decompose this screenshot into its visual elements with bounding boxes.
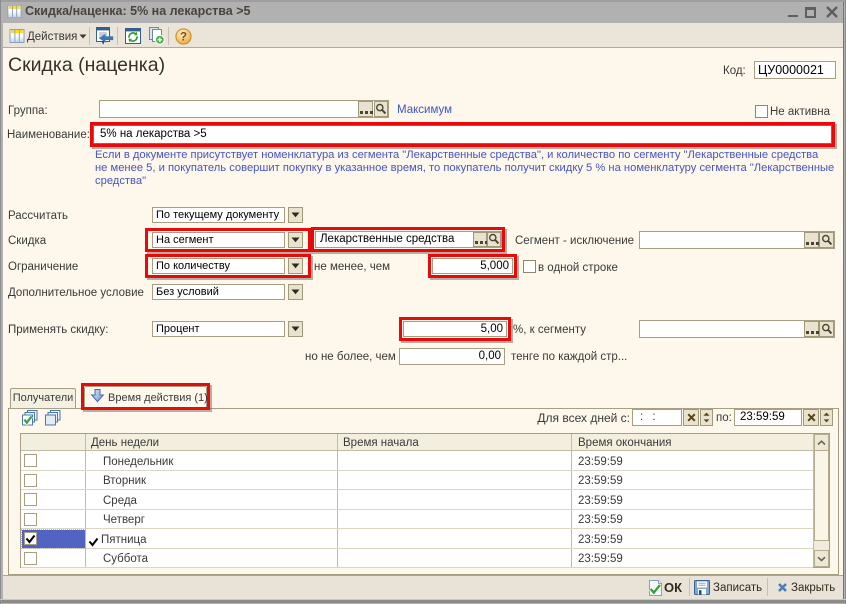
svg-text:?: ? [180, 32, 187, 44]
